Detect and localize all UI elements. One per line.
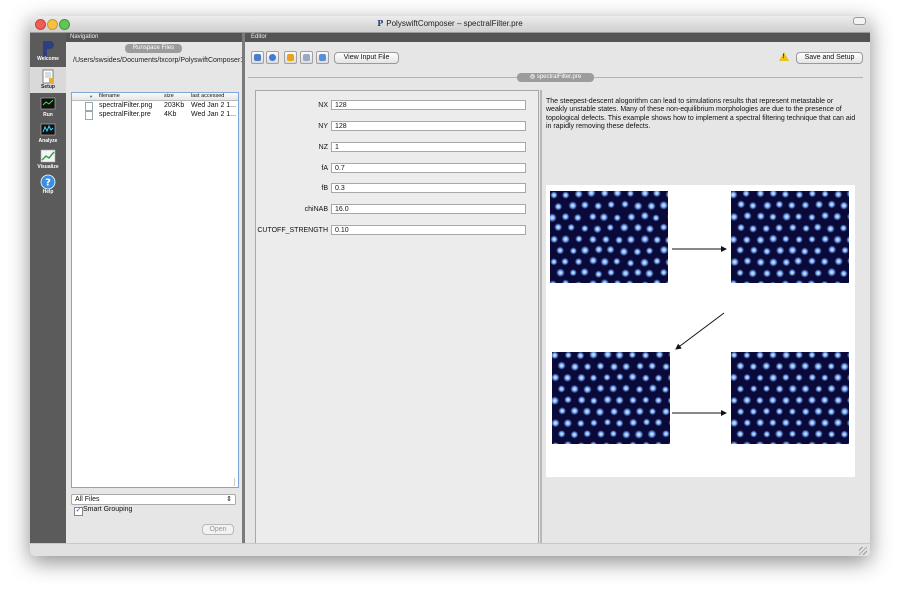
insert-button[interactable] — [316, 51, 329, 64]
file-size: 4Kb — [164, 111, 177, 118]
open-button[interactable]: Open — [202, 524, 234, 535]
field-label-fb: fB — [321, 185, 328, 192]
editor-header: Editor — [245, 33, 870, 42]
chinab-input[interactable]: 16.0 — [331, 204, 526, 214]
field-label-chinab: chiNAB — [304, 206, 328, 213]
refresh-icon — [269, 54, 276, 61]
resize-grip-icon[interactable] — [859, 547, 867, 555]
select-arrows-icon: ⇕ — [226, 496, 232, 503]
description-text: The steepest-descent alogorithm can lead… — [546, 98, 856, 130]
app-logo-icon: P — [377, 18, 384, 28]
run-monitor-icon — [40, 97, 56, 111]
cutoff-strength-input[interactable]: 0.10 — [331, 225, 526, 235]
morphology-figure — [546, 185, 870, 477]
column-size[interactable]: size — [164, 93, 174, 99]
save-and-setup-button[interactable]: Save and Setup — [796, 52, 863, 64]
sidebar-item-label: Welcome — [37, 56, 59, 62]
sidebar-item-help[interactable]: ? Help — [30, 174, 66, 198]
help-question-icon: ? — [40, 174, 56, 190]
sidebar-item-label: Help — [42, 189, 54, 195]
horizontal-scrollbar[interactable] — [234, 478, 238, 486]
app-window: P PolyswiftComposer – spectralFilter.pre … — [30, 16, 870, 556]
editor-splitter[interactable] — [540, 90, 542, 550]
file-name: spectralFilter.png — [99, 102, 153, 109]
tab-label: spectralFilter.pre — [536, 74, 582, 80]
field-label-fa: fA — [321, 165, 328, 172]
status-bar — [30, 543, 870, 556]
file-list-header: ▼ filename size last accessed — [72, 93, 238, 101]
sidebar-item-analyze[interactable]: Analyze — [30, 123, 66, 147]
svg-text:?: ? — [45, 178, 51, 189]
smart-grouping-label: Smart Grouping — [83, 506, 133, 513]
polyswift-logo-icon — [40, 41, 56, 57]
runspace-path: /Users/swsides/Documents/txcorp/Polyswif… — [73, 57, 308, 64]
runspace-files-label: Runspace Files — [125, 44, 182, 53]
parameter-form — [255, 90, 539, 552]
paste-icon — [303, 54, 310, 61]
window-title-text: PolyswiftComposer – spectralFilter.pre — [386, 19, 523, 28]
analyze-monitor-icon — [40, 123, 56, 137]
file-accessed: Wed Jan 2 1... — [191, 111, 237, 118]
navigation-header: Navigation — [66, 33, 246, 42]
file-list[interactable]: ▼ filename size last accessed spectralFi… — [71, 92, 239, 488]
file-filter-select[interactable]: All Files ⇕ — [71, 494, 236, 505]
setup-document-icon — [40, 69, 56, 84]
file-size: 203Kb — [164, 102, 185, 109]
smart-grouping-checkbox[interactable]: ✓ — [74, 507, 83, 516]
sidebar-item-label: Setup — [41, 84, 55, 90]
sidebar-item-run[interactable]: Run — [30, 97, 66, 121]
nx-input[interactable]: 128 — [331, 100, 526, 110]
field-label-cutoff-strength: CUTOFF_STRENGTH — [257, 227, 328, 234]
file-icon — [85, 111, 93, 120]
sidebar-item-label: Visualize — [37, 164, 59, 170]
warning-icon — [779, 52, 789, 61]
sidebar-item-welcome[interactable]: Welcome — [30, 41, 66, 66]
title-bar: P PolyswiftComposer – spectralFilter.pre — [30, 16, 870, 33]
rotate-icon — [254, 54, 261, 61]
window-title: P PolyswiftComposer – spectralFilter.pre — [30, 18, 870, 28]
arrow-diagonal — [675, 312, 725, 350]
field-label-ny: NY — [318, 123, 328, 130]
insert-icon — [319, 54, 326, 61]
visualize-chart-icon — [40, 149, 56, 163]
fa-input[interactable]: 0.7 — [331, 163, 526, 173]
file-name: spectralFilter.pre — [99, 111, 151, 118]
column-filename[interactable]: filename — [99, 93, 120, 99]
file-row[interactable]: spectralFilter.png 203Kb Wed Jan 2 1... — [72, 102, 238, 111]
transition-arrows — [672, 246, 727, 416]
sidebar: Welcome Setup Run Analyze Visualize ? He… — [30, 33, 66, 556]
fb-input[interactable]: 0.3 — [331, 183, 526, 193]
field-label-nx: NX — [318, 102, 328, 109]
nz-input[interactable]: 1 — [331, 142, 526, 152]
copy-button[interactable] — [284, 51, 297, 64]
field-label-nz: NZ — [318, 144, 328, 151]
file-icon — [85, 102, 93, 111]
file-accessed: Wed Jan 2 1... — [191, 102, 237, 109]
sidebar-item-setup[interactable]: Setup — [30, 67, 66, 93]
sidebar-item-visualize[interactable]: Visualize — [30, 149, 66, 173]
sidebar-item-label: Analyze — [38, 138, 58, 144]
view-input-file-button[interactable]: View Input File — [334, 52, 399, 64]
paste-button[interactable] — [300, 51, 313, 64]
file-filter-value: All Files — [75, 496, 100, 503]
toolbar-toggle-button[interactable] — [853, 17, 866, 25]
tab-spectralfilter[interactable]: × spectralFilter.pre — [517, 73, 594, 82]
copy-icon — [287, 54, 294, 61]
ny-input[interactable]: 128 — [331, 121, 526, 131]
sidebar-item-label: Run — [43, 112, 53, 118]
sort-arrow-icon: ▼ — [89, 94, 93, 99]
refresh-button[interactable] — [266, 51, 279, 64]
rotate-button[interactable] — [251, 51, 264, 64]
file-row[interactable]: spectralFilter.pre 4Kb Wed Jan 2 1... — [72, 111, 238, 120]
column-last-accessed[interactable]: last accessed — [191, 93, 224, 99]
tab-close-icon[interactable]: × — [529, 73, 535, 79]
